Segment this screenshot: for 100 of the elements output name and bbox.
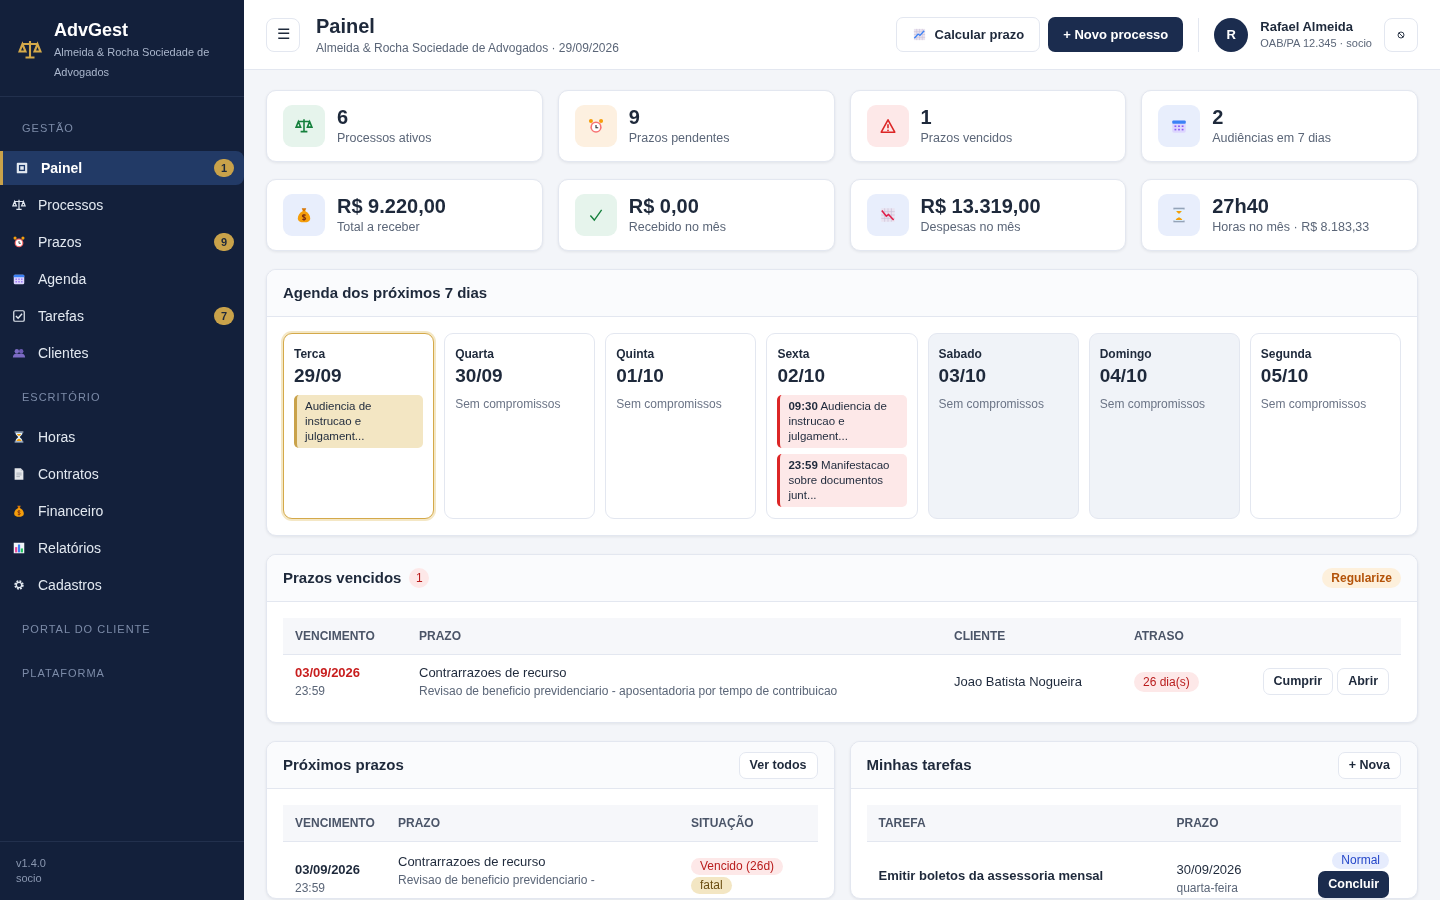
task-weekday: quarta-feira	[1176, 880, 1239, 897]
event-item[interactable]: Audiencia de instrucao e julgament...	[294, 395, 424, 448]
empty-text: Sem compromissos	[616, 396, 723, 413]
stat-label: Prazos vencidos	[920, 129, 1013, 147]
complete-button[interactable]: Concluir	[1318, 870, 1389, 898]
column-header: VENCIMENTO	[283, 618, 407, 654]
nav-item[interactable]: Cadastros	[0, 568, 244, 602]
due-date: 03/09/2026	[295, 663, 362, 682]
day-date: 04/10	[1099, 364, 1149, 388]
column-header: TAREFA	[866, 805, 1165, 841]
nav-item[interactable]: Painel 1	[0, 151, 244, 185]
due-time: 23:59	[295, 683, 327, 700]
column-header: PRAZO	[386, 805, 679, 841]
weekday-label: Quarta	[455, 346, 495, 363]
column-header: CLIENTE	[942, 618, 1122, 654]
checkbox-icon	[12, 309, 26, 323]
nav-label: Horas	[38, 427, 77, 447]
deadline-description: Revisao de beneficio previdenciario - aposentadoria por tempo de contribuicao	[419, 683, 839, 700]
status-badge: Regularize	[1322, 568, 1401, 588]
stat-label: Despesas no mês	[920, 218, 1022, 236]
card-title: Agenda dos próximos 7 dias	[283, 282, 488, 303]
stat-label: Recebido no mês	[628, 218, 727, 236]
status-badge: fatal	[691, 876, 732, 894]
new-task-button[interactable]: + Nova	[1337, 751, 1401, 779]
nav-label: Tarefas	[38, 306, 85, 326]
stat-value: 27h40	[1212, 193, 1270, 218]
stat-value: R$ 9.220,00	[337, 193, 446, 218]
nav-label: Cadastros	[38, 575, 103, 595]
stat-value: R$ 13.319,00	[920, 193, 1041, 218]
event-item[interactable]: 09:30 Audiencia de instrucao e julgament...	[777, 395, 907, 448]
nav-label: Financeiro	[38, 501, 105, 521]
scales-icon	[12, 198, 26, 212]
footer-text: socio	[16, 871, 43, 886]
stat-label: Audiências em 7 dias	[1212, 129, 1332, 147]
nav-item[interactable]: Financeiro	[0, 494, 244, 528]
task-title: Emitir boletos da assessoria mensal	[866, 841, 1165, 898]
stat-label: Processos ativos	[337, 129, 432, 147]
stat-value: 6	[337, 104, 350, 129]
power-icon	[1395, 28, 1407, 41]
nav-item[interactable]: Processos	[0, 188, 244, 222]
alarm-clock-icon	[12, 235, 26, 249]
count-badge: 1	[409, 568, 430, 588]
day-date: 02/10	[777, 364, 826, 388]
falling-chart-icon	[878, 206, 897, 224]
empty-text: Sem compromissos	[1260, 396, 1368, 413]
nav-label: Processos	[38, 195, 105, 215]
user-avatar: R	[1214, 17, 1249, 52]
hourglass-icon	[12, 430, 26, 444]
nav-item[interactable]: Agenda	[0, 262, 244, 296]
column-header: PRAZO	[407, 618, 942, 654]
delay-badge: 26 dia(s)	[1134, 672, 1199, 693]
people-icon	[12, 346, 26, 360]
menu-button[interactable]: ☰	[266, 17, 300, 52]
task-date: 30/09/2026	[1176, 860, 1243, 879]
column-header: ATRASO	[1122, 618, 1247, 654]
money-bag-icon	[12, 504, 26, 518]
weekday-label: Segunda	[1260, 346, 1313, 363]
nav-item[interactable]: Tarefas 7	[0, 299, 244, 333]
weekday-label: Domingo	[1099, 346, 1153, 363]
view-all-button[interactable]: Ver todos	[738, 751, 818, 779]
nav-label: Prazos	[38, 232, 83, 252]
card-title: Minhas tarefas	[866, 754, 972, 775]
nav-label: Contratos	[38, 464, 100, 484]
scales-icon	[295, 117, 313, 135]
due-date: 03/09/2026	[295, 860, 362, 879]
fulfill-button[interactable]: Cumprir	[1262, 667, 1334, 695]
stat-value: 1	[920, 104, 933, 129]
count-badge: 1	[214, 159, 234, 177]
count-badge: 9	[214, 233, 234, 251]
calculate-button[interactable]: Calcular prazo	[895, 17, 1041, 52]
weekday-label: Sabado	[938, 346, 983, 363]
section-title: PORTAL DO CLIENTE	[21, 621, 152, 637]
stat-label: Prazos pendentes	[628, 129, 730, 147]
card-title: Próximos prazos	[283, 754, 404, 775]
nav-item[interactable]: Clientes	[0, 336, 244, 370]
footer-text: v1.4.0	[16, 856, 47, 871]
nav-item[interactable]: Contratos	[0, 457, 244, 491]
warning-icon	[878, 117, 897, 135]
open-button[interactable]: Abrir	[1337, 667, 1389, 695]
column-header: SITUAÇÃO	[679, 805, 818, 841]
column-header: PRAZO	[1164, 805, 1301, 841]
day-date: 29/09	[294, 364, 343, 388]
nav-item[interactable]: Prazos 9	[0, 225, 244, 259]
event-item[interactable]: 23:59 Manifestacao sobre documentos junt...	[777, 454, 907, 507]
weekday-label: Quinta	[616, 346, 656, 363]
empty-text: Sem compromissos	[455, 396, 562, 413]
new-process-button[interactable]: + Novo processo	[1048, 17, 1184, 52]
stat-value: R$ 0,00	[628, 193, 700, 218]
dashboard-icon	[15, 161, 29, 175]
deadline-description: Revisao de beneficio previdenciario -	[398, 872, 596, 889]
nav-item[interactable]: Relatórios	[0, 531, 244, 565]
status-badge: Vencido (26d)	[691, 857, 784, 875]
user-role: OAB/PA 12.345 · socio	[1260, 35, 1372, 51]
nav-label: Painel	[41, 158, 84, 178]
nav-item[interactable]: Horas	[0, 420, 244, 454]
stat-label: Total a receber	[337, 218, 421, 236]
logout-button[interactable]	[1384, 17, 1418, 52]
count-badge: 7	[214, 307, 234, 325]
nav-label: Agenda	[38, 269, 88, 289]
card-title: Prazos vencidos	[283, 567, 402, 588]
